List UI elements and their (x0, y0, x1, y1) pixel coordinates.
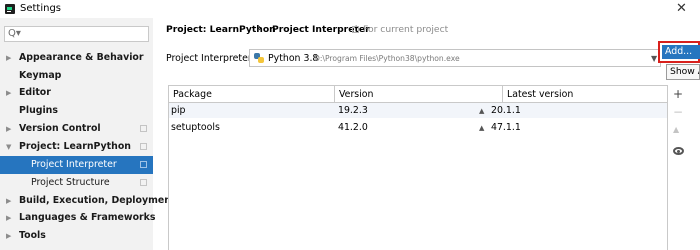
sidebar-item-version-control[interactable]: ▶ Version Control (0, 120, 153, 138)
chevron-down-icon: ▼ (651, 54, 658, 63)
upgrade-available-icon: ▲ (479, 107, 485, 115)
table-row[interactable]: pip 19.2.3 ▲ 20.1.1 (169, 103, 667, 118)
package-version: 19.2.3 (338, 105, 368, 116)
sidebar-item-label: Plugins (19, 105, 58, 116)
window-title: Settings (20, 3, 62, 14)
expand-arrow-icon: ▶ (6, 125, 12, 133)
breadcrumb-separator: › (258, 23, 262, 34)
package-latest-version: 47.1.1 (491, 122, 521, 133)
project-scope-icon (352, 26, 359, 33)
sidebar-item-label: Languages & Frameworks (19, 212, 156, 223)
interpreter-dropdown[interactable]: Python 3.8 D:\Program Files\Python38\pyt… (249, 49, 661, 67)
expand-arrow-icon: ▶ (6, 54, 12, 62)
interpreter-label: Project Interpreter: (166, 53, 255, 64)
expand-arrow-icon: ▶ (6, 214, 12, 222)
column-header-version[interactable]: Version (334, 86, 502, 103)
show-early-releases-eye-icon[interactable] (673, 147, 684, 155)
close-icon[interactable]: ✕ (676, 1, 687, 16)
project-scope-icon (140, 179, 147, 186)
project-scope-icon (140, 125, 147, 132)
sidebar-item-project[interactable]: ▼ Project: LearnPython (0, 138, 153, 156)
settings-search-input[interactable]: Q▾ (4, 26, 149, 42)
sidebar-item-project-structure[interactable]: Project Structure (0, 174, 153, 192)
project-scope-icon (140, 161, 147, 168)
show-all-tooltip: Show All (666, 64, 700, 80)
add-interpreter-button[interactable]: Add... (658, 41, 700, 63)
sidebar-item-project-interpreter[interactable]: Project Interpreter (0, 156, 153, 174)
pycharm-logo-icon (5, 4, 15, 14)
upgrade-package-icon[interactable]: ▲ (673, 125, 679, 134)
package-name: setuptools (171, 122, 220, 133)
add-button-label: Add... (662, 45, 700, 59)
table-row[interactable]: setuptools 41.2.0 ▲ 47.1.1 (169, 120, 667, 135)
sidebar-item-label: Project: LearnPython (19, 141, 131, 152)
scope-hint: For current project (363, 24, 449, 35)
sidebar-item-build[interactable]: ▶ Build, Execution, Deployment (0, 192, 175, 210)
sidebar-item-tools[interactable]: ▶ Tools (0, 227, 153, 245)
expand-arrow-icon: ▶ (6, 197, 12, 205)
search-icon: Q▾ (8, 28, 21, 39)
package-toolbar: + − ▲ (668, 85, 688, 250)
expand-arrow-icon: ▶ (6, 232, 12, 240)
sidebar-item-keymap[interactable]: Keymap (0, 67, 153, 85)
sidebar-item-languages[interactable]: ▶ Languages & Frameworks (0, 209, 156, 227)
upgrade-available-icon: ▲ (479, 124, 485, 132)
project-scope-icon (140, 143, 147, 150)
settings-sidebar: Q▾ ▶ Appearance & Behavior Keymap ▶ Edit… (0, 18, 175, 250)
sidebar-item-label: Project Interpreter (31, 159, 117, 170)
sidebar-item-plugins[interactable]: Plugins (0, 102, 153, 120)
package-name: pip (171, 105, 186, 116)
sidebar-item-label: Project Structure (31, 177, 110, 188)
package-latest-version: 20.1.1 (491, 105, 521, 116)
sidebar-item-label: Version Control (19, 123, 101, 134)
add-package-icon[interactable]: + (673, 87, 683, 101)
sidebar-item-editor[interactable]: ▶ Editor (0, 84, 153, 102)
python-icon (254, 53, 264, 63)
interpreter-path: D:\Program Files\Python38\python.exe (314, 54, 460, 63)
packages-table: Package Version Latest version pip 19.2.… (168, 85, 668, 250)
title-bar: Settings ✕ (0, 0, 700, 18)
package-version: 41.2.0 (338, 122, 368, 133)
sidebar-item-label: Editor (19, 87, 51, 98)
sidebar-item-label: Keymap (19, 70, 62, 81)
remove-package-icon[interactable]: − (673, 105, 683, 119)
collapse-arrow-icon: ▼ (6, 143, 12, 151)
sidebar-item-label: Build, Execution, Deployment (19, 195, 176, 206)
column-header-package[interactable]: Package (169, 86, 334, 103)
sidebar-item-label: Tools (19, 230, 46, 241)
interpreter-name: Python 3.8 (268, 53, 319, 64)
expand-arrow-icon: ▶ (6, 89, 12, 97)
sidebar-item-label: Appearance & Behavior (19, 52, 144, 63)
sidebar-item-appearance[interactable]: ▶ Appearance & Behavior (0, 49, 153, 67)
column-header-latest[interactable]: Latest version (502, 86, 667, 103)
